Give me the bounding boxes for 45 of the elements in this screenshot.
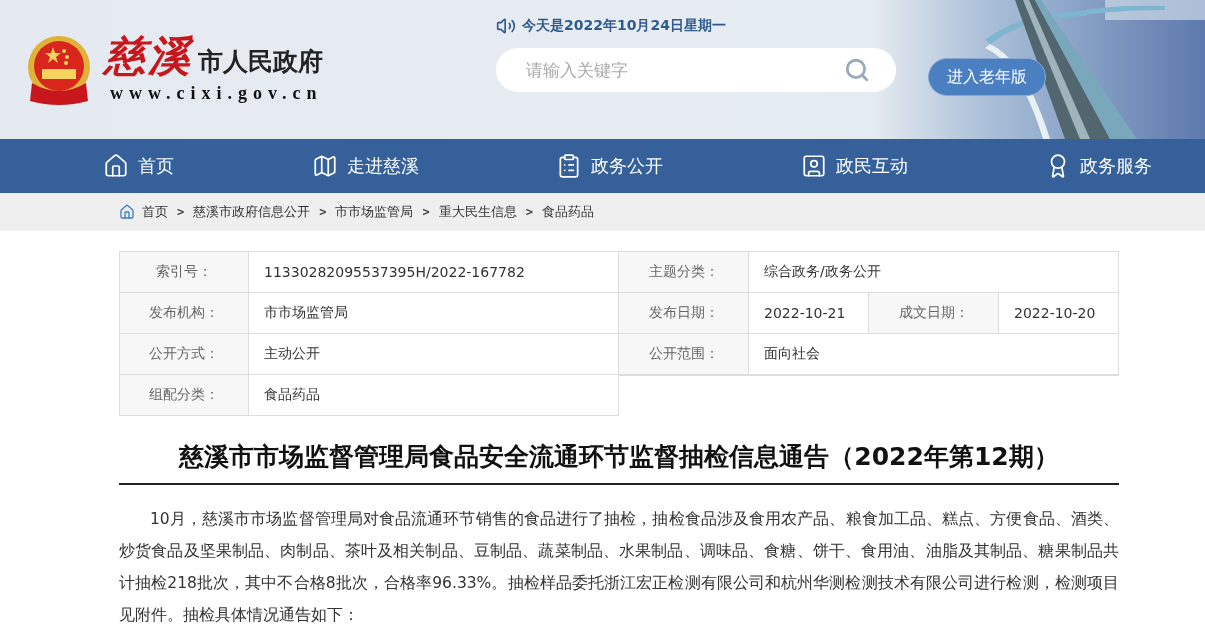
breadcrumb-separator: >	[422, 205, 430, 219]
breadcrumb-link[interactable]: 慈溪市政府信息公开	[193, 203, 311, 221]
field-label: 发布日期：	[619, 293, 749, 334]
field-label: 发布机构：	[120, 293, 249, 334]
field-value: 面向社会	[749, 334, 1119, 375]
home-icon[interactable]	[119, 204, 135, 220]
field-value: 市市场监管局	[249, 293, 619, 334]
field-label: 公开方式：	[120, 334, 249, 375]
field-label: 组配分类：	[120, 375, 249, 416]
date-text: 今天是2022年10月24日星期一	[522, 17, 726, 35]
nav-link[interactable]: 首页	[103, 153, 174, 179]
field-value: 综合政务/政务公开	[749, 252, 1119, 293]
breadcrumb-link[interactable]: 重大民生信息	[438, 203, 517, 221]
clipboard-icon	[556, 153, 582, 179]
breadcrumb-separator: >	[525, 205, 533, 219]
logo-title: 市人民政府	[198, 47, 323, 77]
logo-url: www.cixi.gov.cn	[109, 83, 323, 104]
breadcrumb-link[interactable]: 首页	[142, 203, 168, 221]
breadcrumb-link[interactable]: 市市场监管局	[335, 203, 414, 221]
field-label: 索引号：	[120, 252, 249, 293]
logo-calligraphy: 慈溪	[104, 35, 192, 77]
breadcrumb-link[interactable]: 食品药品	[541, 203, 594, 221]
elder-mode-button[interactable]: 进入老年版	[928, 58, 1046, 96]
nav-link[interactable]: 政务服务	[1045, 153, 1152, 179]
nav-link[interactable]: 政务公开	[556, 153, 663, 179]
search-field[interactable]: 请输入关键字	[496, 48, 896, 92]
article-paragraph: 10月，慈溪市市场监督管理局对食品流通环节销售的食品进行了抽检，抽检食品涉及食用农产品、粮食加工品、糕点、方便食品、酒类、炒货食品及坚果制品、肉制品、茶叶及相关制品、豆制品、蔬菜制品、水果制品、调味品、食糖、饼干、食用油、油脂及其制品、糖果制品共计抽检218批次，其中不合格8批次，合格率96.33%。抽检样品委托浙江宏正检测有限公司和杭州华测检测技术有限公司进行检测，检测项目见附件。抽检具体情况通告如下：	[119, 509, 1119, 626]
field-value: 主动公开	[249, 334, 619, 375]
search-icon[interactable]	[844, 57, 870, 83]
speaker-icon[interactable]	[496, 16, 516, 36]
field-label: 主题分类：	[619, 252, 749, 293]
nav-link[interactable]: 政民互动	[800, 153, 908, 179]
map-icon	[311, 153, 338, 179]
house-icon	[103, 153, 129, 179]
field-label: 公开范围：	[619, 334, 749, 375]
field-value: 2022-10-21	[749, 293, 869, 334]
field-label: 成文日期：	[869, 293, 999, 334]
breadcrumb-separator: >	[319, 205, 327, 219]
field-value: 2022-10-20	[999, 293, 1119, 334]
breadcrumb-separator: >	[177, 205, 185, 219]
user-card-icon	[800, 153, 827, 179]
national-emblem-icon	[26, 34, 92, 105]
article-title: 慈溪市市场监督管理局食品安全流通环节监督抽检信息通告（2022年第12期）	[119, 440, 1119, 485]
nav-link[interactable]: 走进慈溪	[311, 153, 419, 179]
field-value: 11330282095537395H/2022-167782	[249, 252, 619, 293]
